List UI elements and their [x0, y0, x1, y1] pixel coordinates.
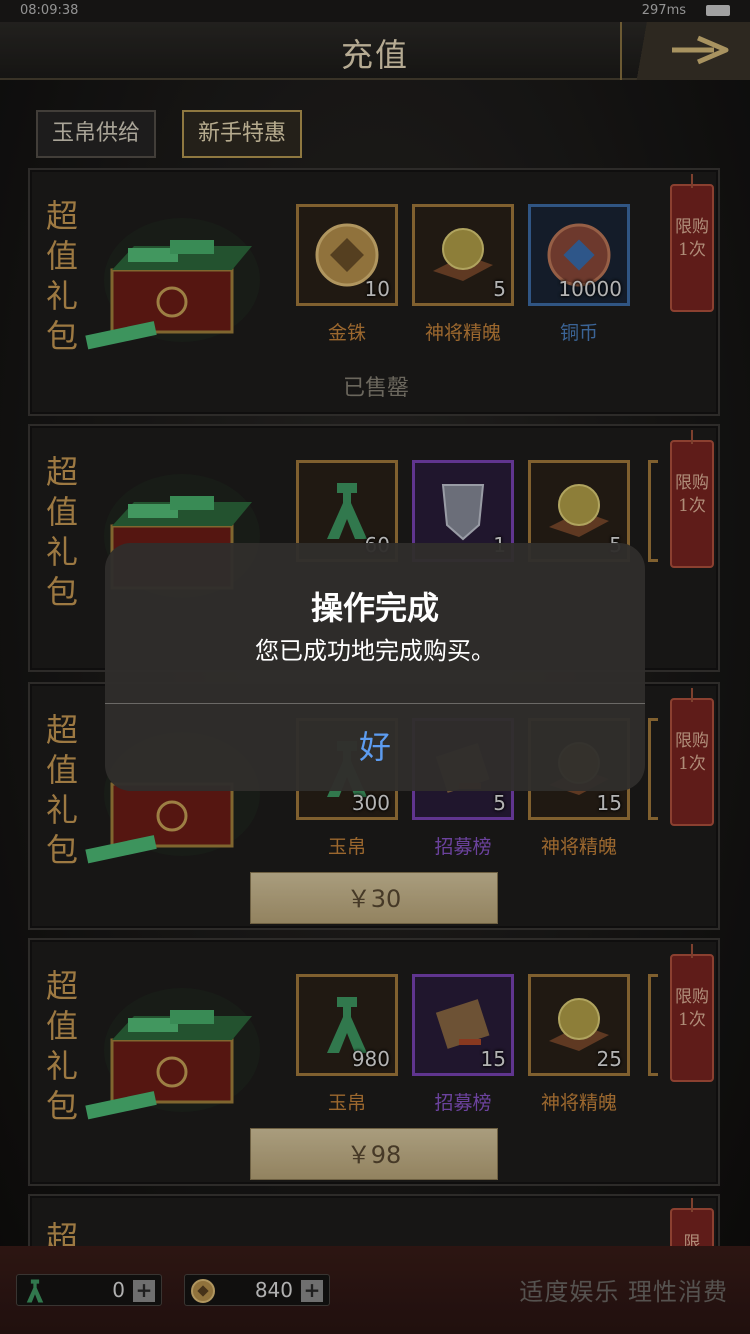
dialog-title: 操作完成: [310, 589, 439, 627]
purchase-complete-dialog: 操作完成 您已成功地完成购买。 好: [105, 543, 645, 791]
ok-button[interactable]: 好: [105, 704, 645, 791]
dialog-message: 您已成功地完成购买。: [255, 637, 495, 665]
